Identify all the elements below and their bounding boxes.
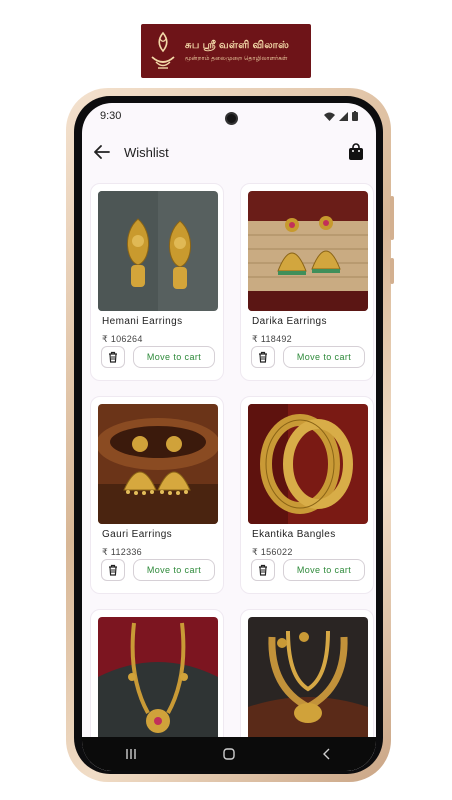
back-arrow-icon[interactable] bbox=[94, 145, 110, 159]
lamp-logo-icon bbox=[151, 31, 175, 69]
product-image[interactable] bbox=[98, 404, 218, 524]
power-button bbox=[390, 258, 394, 284]
product-image[interactable] bbox=[248, 191, 368, 311]
move-to-cart-button[interactable]: Move to cart bbox=[283, 559, 365, 581]
front-camera bbox=[225, 112, 238, 125]
move-to-cart-button[interactable]: Move to cart bbox=[133, 559, 215, 581]
product-card[interactable]: Hemani Earrings ₹ 106264 Move to cart bbox=[90, 183, 224, 381]
product-name: Ekantika Bangles bbox=[252, 529, 336, 540]
volume-button bbox=[390, 196, 394, 240]
product-image[interactable] bbox=[248, 404, 368, 524]
trash-icon bbox=[259, 564, 267, 576]
page-title: Wishlist bbox=[124, 144, 169, 160]
move-to-cart-button[interactable]: Move to cart bbox=[133, 346, 215, 368]
product-card[interactable]: Darika Earrings ₹ 118492 Move to cart bbox=[240, 183, 374, 381]
status-time: 9:30 bbox=[100, 110, 122, 122]
delete-button[interactable] bbox=[251, 559, 275, 581]
wifi-icon bbox=[324, 112, 335, 121]
battery-icon bbox=[352, 111, 358, 121]
product-image[interactable] bbox=[248, 617, 368, 741]
product-name: Gauri Earrings bbox=[102, 529, 173, 540]
trash-icon bbox=[259, 351, 267, 363]
shopping-bag-icon[interactable] bbox=[348, 143, 364, 161]
recent-apps-icon[interactable] bbox=[125, 748, 137, 760]
product-price: ₹ 112336 bbox=[102, 547, 142, 557]
brand-name: சுப ஸ்ரீ வள்ளி விலாஸ் bbox=[185, 39, 290, 51]
brand-tagline: மூன்றாம் தலைமுறை தொழிலாளர்கள் bbox=[185, 55, 288, 62]
product-image[interactable] bbox=[98, 191, 218, 311]
brand-logo: சுப ஸ்ரீ வள்ளி விலாஸ் மூன்றாம் தலைமுறை த… bbox=[141, 24, 311, 78]
product-price: ₹ 156022 bbox=[252, 547, 293, 557]
delete-button[interactable] bbox=[101, 559, 125, 581]
product-card[interactable]: Ekantika Bangles ₹ 156022 Move to cart bbox=[240, 396, 374, 594]
trash-icon bbox=[109, 564, 117, 576]
product-card[interactable]: Gauri Earrings ₹ 112336 Move to cart bbox=[90, 396, 224, 594]
product-name: Hemani Earrings bbox=[102, 316, 183, 327]
system-nav-bar bbox=[82, 737, 376, 771]
move-to-cart-button[interactable]: Move to cart bbox=[283, 346, 365, 368]
app-screen: 9:30 Wishlist Hemani Earrings ₹ 106264 M… bbox=[82, 103, 376, 771]
product-name: Darika Earrings bbox=[252, 316, 327, 327]
app-bar: Wishlist bbox=[82, 137, 376, 167]
home-icon[interactable] bbox=[223, 748, 235, 760]
product-image[interactable] bbox=[98, 617, 218, 741]
product-price: ₹ 106264 bbox=[102, 334, 143, 344]
signal-icon bbox=[339, 111, 348, 121]
delete-button[interactable] bbox=[251, 346, 275, 368]
product-price: ₹ 118492 bbox=[252, 334, 292, 344]
delete-button[interactable] bbox=[101, 346, 125, 368]
nav-back-icon[interactable] bbox=[321, 748, 333, 760]
trash-icon bbox=[109, 351, 117, 363]
